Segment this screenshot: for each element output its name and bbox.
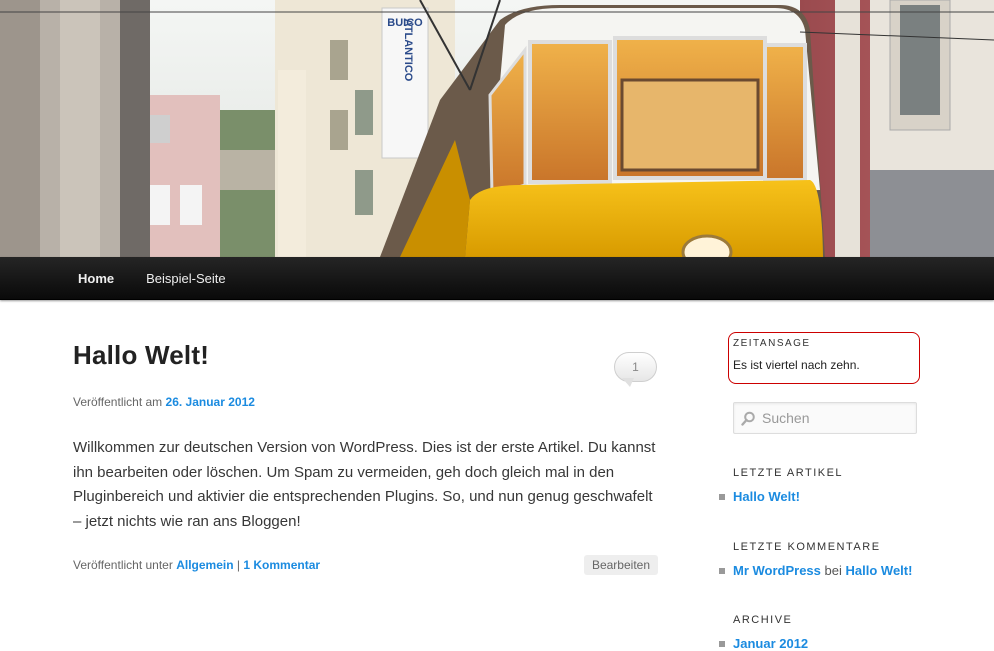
comments-count-bubble[interactable]: 1 — [614, 352, 657, 387]
bubble-tail — [622, 378, 634, 387]
main-navigation: Home Beispiel-Seite — [0, 257, 994, 300]
tram-photo: BUICO ATLANTICO — [0, 0, 994, 257]
recent-post-link[interactable]: Hallo Welt! — [733, 489, 800, 504]
post-article: Hallo Welt! 1 Veröffentlicht am 26. Janu… — [73, 340, 658, 575]
time-widget-text: Es ist viertel nach zehn. — [733, 358, 860, 372]
search-box[interactable] — [733, 402, 917, 434]
archives-title: ARCHIVE — [733, 614, 793, 626]
archives-widget: ARCHIVE Januar 2012 — [718, 614, 808, 651]
post-date-link[interactable]: 26. Januar 2012 — [166, 395, 255, 409]
time-widget-title: ZEITANSAGE — [733, 338, 811, 349]
comment-post-link[interactable]: Hallo Welt! — [846, 563, 913, 578]
time-widget: ZEITANSAGE Es ist viertel nach zehn. — [728, 332, 920, 384]
nav-item-beispiel-seite[interactable]: Beispiel-Seite — [130, 257, 242, 300]
search-input[interactable] — [762, 408, 912, 428]
archive-link[interactable]: Januar 2012 — [733, 636, 808, 651]
post-footer-prefix: Veröffentlicht unter — [73, 558, 173, 572]
footer-separator: | — [236, 558, 241, 572]
search-icon — [741, 411, 755, 426]
comment-author-link[interactable]: Mr WordPress — [733, 563, 821, 578]
list-item: Januar 2012 — [718, 636, 808, 651]
list-item: Mr WordPress bei Hallo Welt! — [718, 563, 913, 578]
post-title[interactable]: Hallo Welt! — [73, 340, 658, 371]
sign-text-line-2: ATLANTICO — [402, 19, 414, 82]
category-link[interactable]: Allgemein — [176, 558, 233, 572]
recent-posts-title: LETZTE ARTIKEL — [733, 467, 844, 479]
recent-posts-widget: LETZTE ARTIKEL Hallo Welt! — [718, 467, 844, 504]
nav-item-home[interactable]: Home — [62, 257, 130, 300]
list-item: Hallo Welt! — [718, 489, 843, 504]
edit-button[interactable]: Bearbeiten — [583, 555, 658, 575]
comment-connector: bei — [824, 563, 842, 578]
post-meta: Veröffentlicht am 26. Januar 2012 — [73, 395, 255, 409]
post-content: Willkommen zur deutschen Version von Wor… — [73, 439, 656, 530]
recent-comments-widget: LETZTE KOMMENTARE Mr WordPress bei Hallo… — [718, 541, 913, 578]
post-meta-prefix: Veröffentlicht am — [73, 395, 163, 409]
comments-link[interactable]: 1 Kommentar — [243, 558, 320, 572]
comments-count[interactable]: 1 — [614, 352, 657, 382]
recent-comments-title: LETZTE KOMMENTARE — [733, 541, 881, 553]
header-image[interactable]: BUICO ATLANTICO — [0, 0, 994, 257]
post-footer: Veröffentlicht unter Allgemein | 1 Komme… — [73, 555, 658, 575]
